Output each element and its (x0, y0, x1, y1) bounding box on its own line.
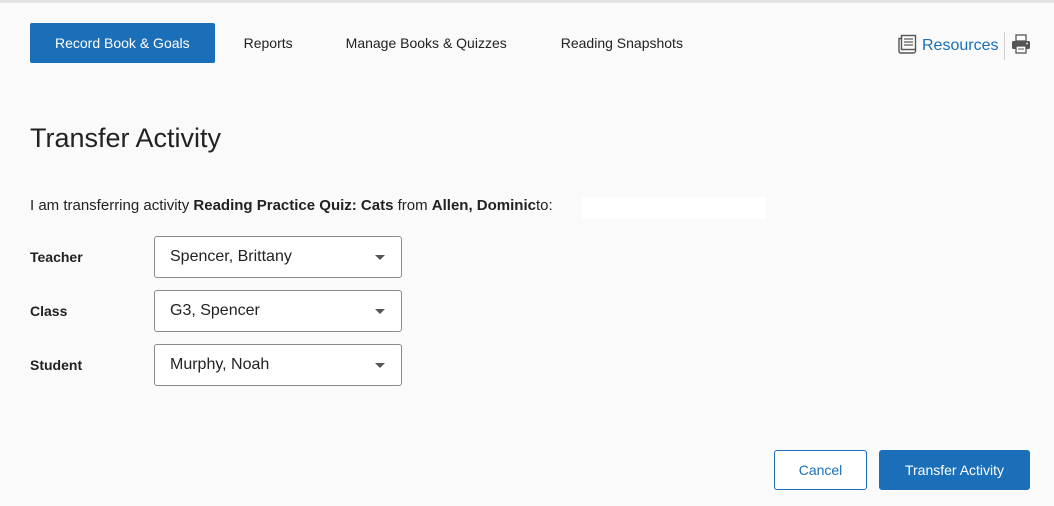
class-row: Class G3, Spencer (30, 289, 402, 333)
teacher-row: Teacher Spencer, Brittany (30, 235, 402, 279)
tab-reading-snapshots[interactable]: Reading Snapshots (561, 23, 683, 63)
print-icon (1010, 33, 1032, 60)
resources-link[interactable]: Resources (896, 34, 998, 59)
sentence-from: from (397, 197, 428, 214)
student-selected-value: Murphy, Noah (170, 356, 270, 373)
teacher-selected-value: Spencer, Brittany (170, 248, 292, 265)
class-selected-value: G3, Spencer (170, 302, 260, 319)
cancel-button[interactable]: Cancel (774, 450, 867, 490)
sentence-prefix: I am transferring activity (30, 197, 190, 214)
tab-reports[interactable]: Reports (244, 23, 293, 63)
student-label: Student (30, 357, 83, 373)
chevron-down-icon (375, 309, 385, 314)
utility-bar: Resources (896, 32, 1032, 60)
activity-name: Reading Practice Quiz: Cats (193, 197, 394, 214)
source-student-name: Allen, Dominic (431, 197, 536, 214)
page-title: Transfer Activity (30, 123, 222, 153)
print-button[interactable] (1010, 33, 1032, 60)
class-label: Class (30, 303, 68, 319)
teacher-select[interactable]: Spencer, Brittany (154, 236, 402, 278)
main-nav: Record Book & Goals Reports Manage Books… (30, 23, 683, 63)
tab-record-book-goals[interactable]: Record Book & Goals (30, 23, 215, 63)
tab-manage-books-quizzes[interactable]: Manage Books & Quizzes (346, 23, 507, 63)
resources-label: Resources (922, 37, 999, 54)
teacher-label: Teacher (30, 249, 83, 265)
redacted-area (582, 197, 766, 219)
student-select[interactable]: Murphy, Noah (154, 344, 402, 386)
transfer-activity-button[interactable]: Transfer Activity (879, 450, 1030, 490)
divider (1004, 32, 1006, 60)
chevron-down-icon (375, 363, 385, 368)
class-select[interactable]: G3, Spencer (154, 290, 402, 332)
resources-icon (896, 34, 922, 59)
student-row: Student Murphy, Noah (30, 343, 402, 387)
transfer-description: I am transferring activity Reading Pract… (30, 197, 553, 214)
sentence-to: to: (535, 197, 553, 214)
chevron-down-icon (375, 255, 385, 260)
